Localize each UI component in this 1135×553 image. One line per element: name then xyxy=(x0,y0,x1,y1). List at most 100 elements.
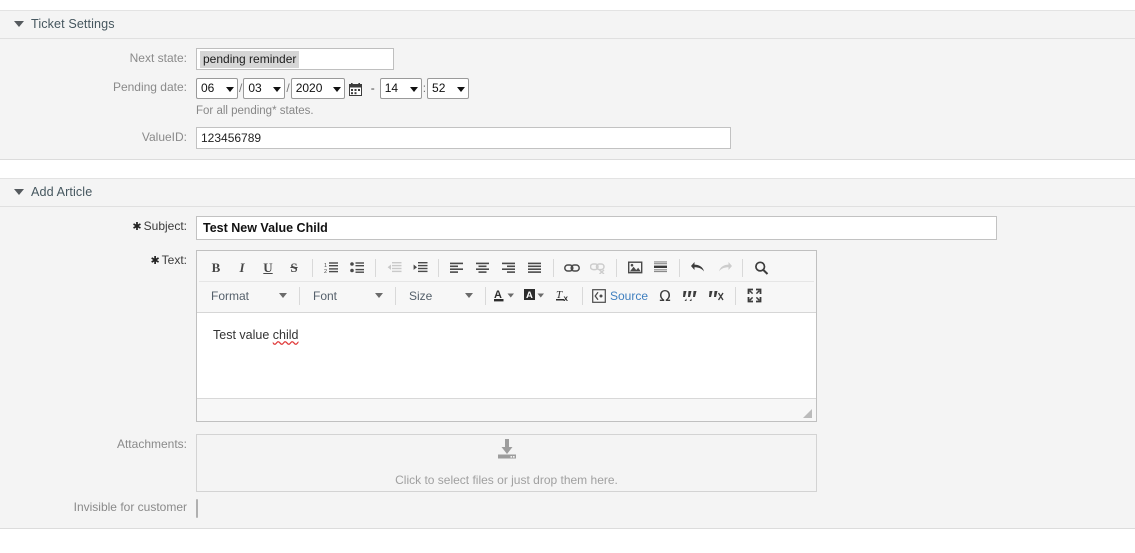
special-character-icon[interactable]: Ω xyxy=(653,284,677,308)
pending-date-field: 06 / 03 / 2020 - 14: 52 For all pending… xyxy=(196,77,1135,118)
align-center-icon[interactable] xyxy=(471,256,495,280)
font-dropdown[interactable]: Font xyxy=(305,284,388,308)
rich-text-editor: B I U S 1 2 Format Font Size A A T x Sou… xyxy=(196,250,817,422)
background-color-icon[interactable]: A xyxy=(522,284,550,308)
editor-footer xyxy=(197,399,816,421)
subject-field xyxy=(196,216,1135,240)
pending-minute-wrap: 52 xyxy=(427,77,470,99)
text-row: ✱ Text: B I U S 1 2 Format Font Size A A… xyxy=(0,250,1135,422)
next-state-field: pending reminder xyxy=(196,48,1135,70)
text-color-icon[interactable]: A xyxy=(492,284,520,308)
date-time-range-separator: - xyxy=(370,81,375,95)
svg-text:2: 2 xyxy=(324,269,327,274)
remove-format-icon[interactable]: T x xyxy=(552,284,576,308)
value-id-row: ValueID: xyxy=(0,127,1135,149)
editor-toolbar-row-1: B I U S 1 2 xyxy=(199,254,814,281)
pending-hour-select[interactable]: 14 xyxy=(379,77,422,99)
top-spacer xyxy=(0,0,1135,10)
next-state-label: Next state: xyxy=(129,51,187,65)
format-dropdown[interactable]: Format xyxy=(203,284,292,308)
editor-text-misspelled: child xyxy=(272,328,299,342)
editor-toolbar: B I U S 1 2 Format Font Size A A T x Sou… xyxy=(197,251,816,313)
insert-link-icon[interactable] xyxy=(560,256,584,280)
download-tray-icon xyxy=(495,439,519,466)
add-article-header[interactable]: Add Article xyxy=(0,179,1135,207)
bulleted-list-icon[interactable] xyxy=(345,256,369,280)
pending-year-select[interactable]: 2020 xyxy=(290,77,345,99)
toolbar-separator xyxy=(679,258,680,277)
align-right-icon[interactable] xyxy=(497,256,521,280)
font-dropdown-label: Font xyxy=(313,288,338,303)
date-separator-1: / xyxy=(239,81,243,95)
toolbar-separator xyxy=(616,258,617,277)
remove-quote-icon[interactable] xyxy=(705,284,729,308)
insert-image-icon[interactable] xyxy=(623,256,647,280)
unlink-icon[interactable] xyxy=(586,256,610,280)
caret-down-icon[interactable] xyxy=(14,188,24,195)
attachments-row: Attachments: Click to select files or ju… xyxy=(0,434,1135,492)
svg-text:A: A xyxy=(526,290,533,301)
strikethrough-icon[interactable]: S xyxy=(282,256,306,280)
size-dropdown[interactable]: Size xyxy=(401,284,478,308)
italic-icon[interactable]: I xyxy=(230,256,254,280)
attachments-field: Click to select files or just drop them … xyxy=(196,434,1135,492)
undo-icon[interactable] xyxy=(686,256,710,280)
redo-icon[interactable] xyxy=(712,256,736,280)
align-justify-icon[interactable] xyxy=(523,256,547,280)
pending-day-select[interactable]: 03 xyxy=(243,77,286,99)
editor-toolbar-row-2: Format Font Size A A T x Source Ω xyxy=(199,281,814,309)
add-article-title: Add Article xyxy=(31,185,93,200)
toolbar-separator xyxy=(375,258,376,277)
toolbar-separator xyxy=(438,258,439,277)
ticket-settings-title: Ticket Settings xyxy=(31,17,115,32)
attachment-dropzone-text: Click to select files or just drop them … xyxy=(395,473,618,487)
pending-month-select[interactable]: 06 xyxy=(196,77,238,99)
caret-down-icon[interactable] xyxy=(14,20,24,27)
required-marker-icon: ✱ xyxy=(132,221,142,233)
value-id-label: ValueID: xyxy=(141,130,187,144)
next-state-selected-value: pending reminder xyxy=(200,51,300,68)
pending-hour-wrap: 14 xyxy=(379,77,422,99)
next-state-input[interactable]: pending reminder xyxy=(196,48,394,70)
align-left-icon[interactable] xyxy=(445,256,469,280)
toolbar-separator xyxy=(735,286,737,305)
horizontal-rule-icon[interactable] xyxy=(649,256,673,280)
resize-handle-icon[interactable] xyxy=(803,409,812,418)
add-article-widget: Add Article ✱Subject: ✱Text: xyxy=(0,178,1135,529)
find-icon[interactable] xyxy=(749,256,773,280)
maximize-icon[interactable] xyxy=(742,284,766,308)
bold-icon[interactable]: B xyxy=(204,256,228,280)
pending-date-label: Pending date: xyxy=(112,80,187,94)
pending-year-wrap: 2020 xyxy=(290,77,345,99)
ticket-form-screen: Ticket Settings Next state: pending remi… xyxy=(0,0,1135,553)
toolbar-separator xyxy=(299,286,300,305)
insert-quote-icon[interactable] xyxy=(679,284,703,308)
toolbar-separator xyxy=(312,258,313,277)
decrease-indent-icon[interactable] xyxy=(382,256,406,280)
visibility-label: Invisible for customer xyxy=(73,500,187,514)
ticket-settings-header[interactable]: Ticket Settings xyxy=(0,11,1135,39)
text-label: Text: xyxy=(161,253,187,267)
value-id-input[interactable] xyxy=(196,127,731,149)
time-separator: : xyxy=(422,81,427,95)
chevron-down-icon xyxy=(279,293,287,298)
pending-date-hint: For all pending* states. xyxy=(196,105,314,117)
attachment-dropzone[interactable]: Click to select files or just drop them … xyxy=(196,434,817,492)
subject-input[interactable] xyxy=(196,216,997,240)
date-separator-2: / xyxy=(286,81,290,95)
editor-content-area[interactable]: Test value child xyxy=(197,313,816,399)
pending-minute-select[interactable]: 52 xyxy=(427,77,470,99)
visibility-row: Invisible for customer xyxy=(0,499,1135,518)
increase-indent-icon[interactable] xyxy=(408,256,432,280)
chevron-down-icon xyxy=(375,293,383,298)
calendar-icon[interactable] xyxy=(348,82,362,96)
numbered-list-icon[interactable]: 1 2 xyxy=(319,256,343,280)
format-dropdown-label: Format xyxy=(211,288,250,303)
ticket-settings-widget: Ticket Settings Next state: pending remi… xyxy=(0,10,1135,160)
underline-icon[interactable]: U xyxy=(256,256,280,280)
value-id-field xyxy=(196,127,1135,149)
visibility-checkbox[interactable] xyxy=(196,499,198,518)
source-code-icon xyxy=(592,288,606,303)
source-button[interactable]: Source xyxy=(588,285,652,307)
text-field: B I U S 1 2 Format Font Size A A T x Sou… xyxy=(196,250,1135,422)
